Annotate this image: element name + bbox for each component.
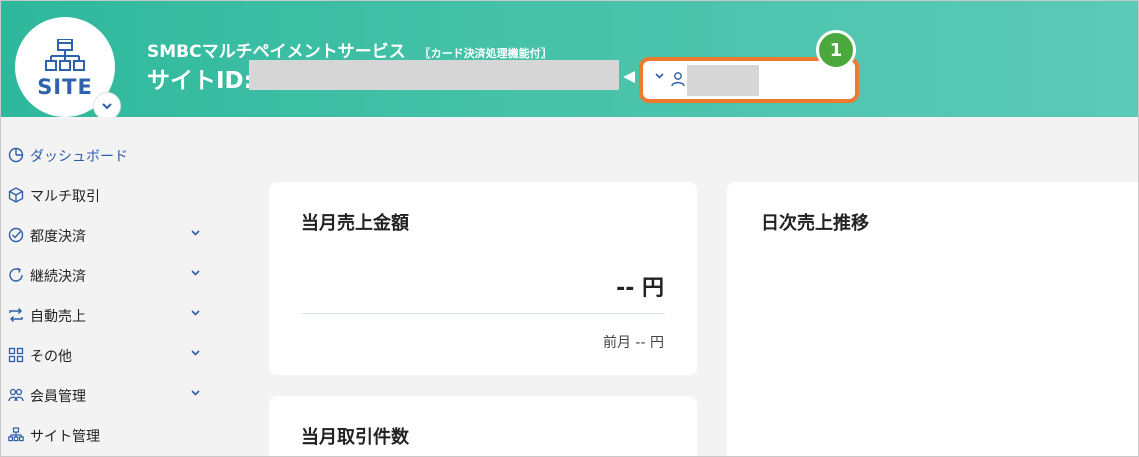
- card-title: 当月取引件数: [301, 427, 409, 448]
- sidebar-item-label: 継続決済: [30, 269, 86, 285]
- sidebar-item-other[interactable]: その他: [1, 337, 211, 373]
- card-title: 日次売上推移: [761, 213, 869, 234]
- divider: [301, 313, 665, 314]
- sidebar-item-label: その他: [30, 349, 72, 365]
- sidebar-item-multi-transaction[interactable]: マルチ取引: [1, 177, 211, 213]
- sitemap-logo-icon: [45, 39, 85, 71]
- sidebar-item-recurring-payment[interactable]: 継続決済: [1, 257, 211, 293]
- user-name-redacted: [687, 65, 759, 96]
- header: SITE SMBCマルチペイメントサービス 〖カード決済処理機能付〗 サイトID:…: [1, 1, 1138, 120]
- service-name: SMBCマルチペイメントサービス: [147, 42, 406, 62]
- exchange-icon: [9, 308, 23, 322]
- service-title: SMBCマルチペイメントサービス 〖カード決済処理機能付〗: [147, 37, 552, 62]
- refresh-icon: [9, 267, 23, 282]
- monthly-sales-card: 当月売上金額 -- 円 前月 -- 円: [269, 182, 697, 375]
- previous-month-sales: 前月 -- 円: [602, 335, 664, 351]
- sidebar-item-label: 自動売上: [30, 309, 86, 325]
- sidebar-item-label: サイト管理: [30, 429, 100, 445]
- user-icon: [671, 72, 685, 87]
- card-title: 当月売上金額: [301, 213, 409, 234]
- chevron-down-icon: [191, 270, 200, 276]
- site-id-redacted: [249, 60, 619, 90]
- sidebar-item-auto-sales[interactable]: 自動売上: [1, 297, 211, 333]
- sidebar-item-label: 都度決済: [30, 229, 86, 245]
- chevron-down-icon: [191, 350, 200, 356]
- callout-badge: 1: [816, 30, 856, 70]
- sidebar-item-dashboard[interactable]: ダッシュボード: [1, 137, 211, 173]
- chevron-down-icon: [191, 390, 200, 396]
- cube-icon: [8, 187, 24, 203]
- site-id-label: サイトID:: [147, 68, 253, 94]
- sidebar-item-label: マルチ取引: [30, 189, 100, 205]
- chevron-down-icon: [191, 230, 200, 236]
- sidebar-item-label: 会員管理: [30, 389, 86, 405]
- daily-sales-trend-card: 日次売上推移: [727, 182, 1138, 456]
- chevron-down-icon: [191, 310, 200, 316]
- monthly-sales-amount: -- 円: [616, 276, 664, 301]
- grid-icon: [8, 347, 24, 363]
- service-subtitle: 〖カード決済処理機能付〗: [419, 47, 552, 60]
- sidebar-item-site-management[interactable]: サイト管理: [1, 417, 211, 453]
- pointer-arrow: [623, 71, 635, 83]
- clock-icon: [8, 147, 24, 163]
- sitemap-icon: [8, 427, 24, 442]
- site-switcher-button[interactable]: [93, 92, 121, 120]
- sidebar: ダッシュボード マルチ取引 都度決済 継続決済 自動売上 その他 会員管理 サイ…: [1, 117, 231, 456]
- sidebar-item-member-management[interactable]: 会員管理: [1, 377, 211, 413]
- check-circle-icon: [8, 227, 24, 243]
- sidebar-item-one-time-payment[interactable]: 都度決済: [1, 217, 211, 253]
- chevron-down-icon: [655, 73, 664, 79]
- chevron-down-icon: [102, 102, 112, 109]
- monthly-transaction-count-card: 当月取引件数: [269, 396, 697, 456]
- users-icon: [8, 388, 24, 402]
- app-frame: SITE SMBCマルチペイメントサービス 〖カード決済処理機能付〗 サイトID:…: [0, 0, 1139, 457]
- sidebar-item-label: ダッシュボード: [30, 149, 128, 165]
